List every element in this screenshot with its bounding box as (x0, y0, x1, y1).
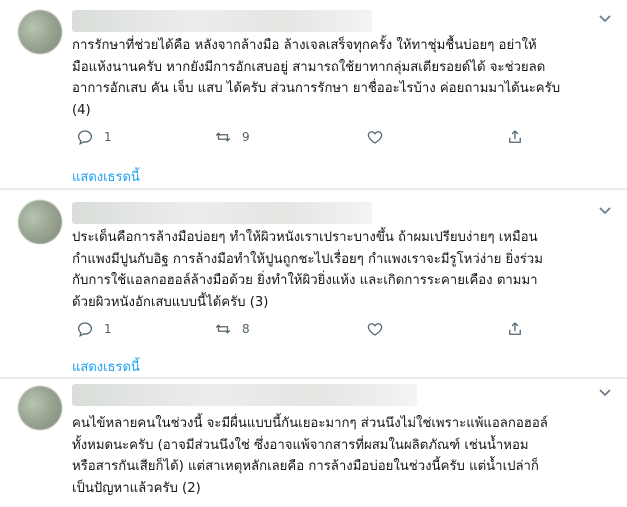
retweet-count: 8 (242, 322, 250, 336)
reply-count: 1 (104, 130, 112, 144)
retweet-button[interactable]: 8 (214, 320, 250, 338)
tweet-text: ประเด็นคือการล้างมือบ่อยๆ ทำให้ผิวหนังเร… (72, 230, 543, 310)
reply-button[interactable]: 1 (76, 320, 112, 338)
share-button[interactable] (506, 128, 524, 146)
tweet[interactable]: การรักษาที่ช่วยได้คือ หลังจากล้างมือ ล้า… (0, 0, 627, 188)
like-button[interactable] (366, 128, 384, 146)
tweet-actions: 1 9 (72, 128, 552, 148)
tweet-actions: 1 8 (72, 320, 552, 340)
retweet-icon (215, 132, 231, 142)
share-button[interactable] (506, 320, 524, 338)
reply-icon (77, 322, 93, 337)
heart-icon (367, 131, 383, 144)
author-name-blurred (72, 10, 372, 32)
retweet-icon (215, 324, 231, 334)
reply-icon (77, 130, 93, 145)
author-name-blurred (72, 202, 372, 224)
avatar[interactable] (18, 10, 62, 54)
tweet-text: คนไข้หลายคนในช่วงนี้ จะมีผื่นแบบนี้กันเย… (72, 416, 548, 496)
share-icon (509, 322, 521, 335)
avatar[interactable] (18, 200, 62, 244)
tweet[interactable]: ประเด็นคือการล้างมือบ่อยๆ ทำให้ผิวหนังเร… (0, 190, 627, 376)
avatar[interactable] (18, 386, 62, 430)
chevron-down-icon[interactable] (597, 10, 613, 26)
show-thread-link[interactable]: แสดงเธรดนี้ (72, 166, 140, 187)
divider (0, 377, 627, 379)
chevron-down-icon[interactable] (597, 384, 613, 400)
tweet[interactable]: คนไข้หลายคนในช่วงนี้ จะมีผื่นแบบนี้กันเย… (0, 380, 627, 507)
author-name-blurred (72, 384, 417, 406)
reply-button[interactable]: 1 (76, 128, 112, 146)
tweet-text: การรักษาที่ช่วยได้คือ หลังจากล้างมือ ล้า… (72, 38, 561, 118)
chevron-down-icon[interactable] (597, 202, 613, 218)
reply-count: 1 (104, 322, 112, 336)
heart-icon (367, 323, 383, 336)
share-icon (509, 130, 521, 143)
retweet-count: 9 (242, 130, 250, 144)
show-thread-link[interactable]: แสดงเธรดนี้ (72, 356, 140, 377)
like-button[interactable] (366, 320, 384, 338)
retweet-button[interactable]: 9 (214, 128, 250, 146)
